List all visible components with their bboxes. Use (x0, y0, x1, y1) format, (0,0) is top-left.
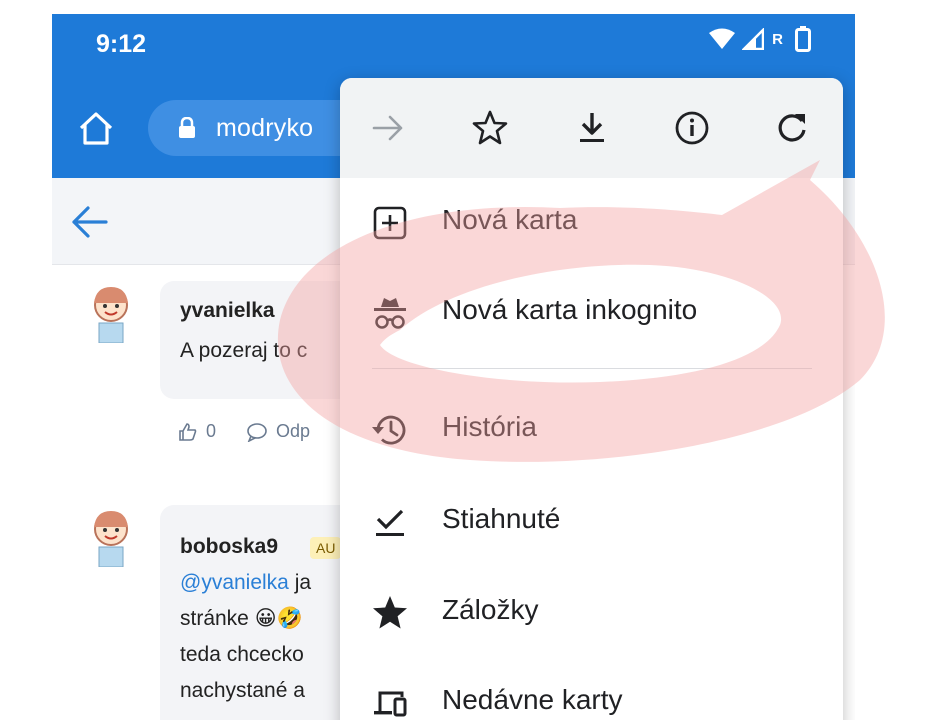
wifi-icon (709, 28, 736, 49)
incognito-icon (374, 298, 406, 329)
comment-text: A pozeraj to c (180, 339, 308, 362)
status-icons: R (708, 26, 811, 52)
thumbs-up-icon[interactable] (178, 422, 198, 442)
bookmarks-star-icon (373, 596, 407, 629)
recent-tabs-icon (374, 691, 407, 717)
roaming-indicator: R (772, 30, 783, 48)
overflow-menu: Nová karta Nová karta inkognito História (340, 78, 843, 720)
menu-item-label: Nová karta (442, 204, 578, 235)
menu-item-new-tab[interactable]: Nová karta (340, 178, 843, 268)
reply-link[interactable]: Odp (276, 421, 310, 442)
comment-username[interactable]: yvanielka (180, 299, 275, 323)
forward-icon[interactable] (368, 108, 408, 148)
lock-icon (179, 117, 195, 138)
menu-item-label: Nedávne karty (442, 684, 623, 715)
info-icon[interactable] (672, 108, 712, 148)
status-time: 9:12 (96, 30, 147, 58)
downloads-check-icon (376, 509, 404, 536)
comment-text: @yvanielka ja stránke 😀🤣 teda chcecko na… (180, 571, 312, 702)
author-badge: AU (310, 537, 342, 559)
menu-item-new-incognito-tab[interactable]: Nová karta inkognito (340, 268, 843, 358)
status-bar: 9:12 R (52, 14, 855, 76)
reload-icon[interactable] (772, 108, 812, 148)
comment-actions: 0 Odp (178, 421, 310, 442)
avatar[interactable] (80, 281, 142, 343)
comment-username[interactable]: boboska9 (180, 535, 278, 559)
menu-item-downloads[interactable]: Stiahnuté (340, 477, 843, 567)
url-text: modryko (216, 114, 314, 142)
history-icon (372, 415, 406, 445)
user-mention[interactable]: @yvanielka (180, 571, 289, 594)
menu-item-recent-tabs[interactable]: Nedávne karty (340, 658, 843, 720)
bookmark-star-icon[interactable] (470, 108, 510, 148)
comment-reply-icon[interactable] (246, 422, 268, 442)
menu-item-label: Stiahnuté (442, 503, 561, 534)
menu-divider (372, 368, 812, 369)
menu-item-history[interactable]: História (340, 385, 843, 475)
menu-item-label: Nová karta inkognito (442, 294, 698, 325)
like-count: 0 (206, 421, 217, 441)
menu-item-bookmarks[interactable]: Záložky (340, 568, 843, 658)
signal-icon (742, 28, 765, 50)
home-icon[interactable] (76, 108, 116, 148)
menu-item-label: História (442, 411, 537, 442)
new-tab-icon (373, 206, 407, 240)
download-icon[interactable] (572, 108, 612, 148)
arrow-left-icon[interactable] (70, 204, 110, 240)
battery-icon (795, 26, 811, 52)
avatar[interactable] (80, 505, 142, 567)
menu-item-label: Záložky (442, 594, 539, 625)
menu-action-row (340, 78, 843, 178)
phone-screen: 9:12 R modryko yvanielka A pozeraj to c … (52, 14, 855, 720)
